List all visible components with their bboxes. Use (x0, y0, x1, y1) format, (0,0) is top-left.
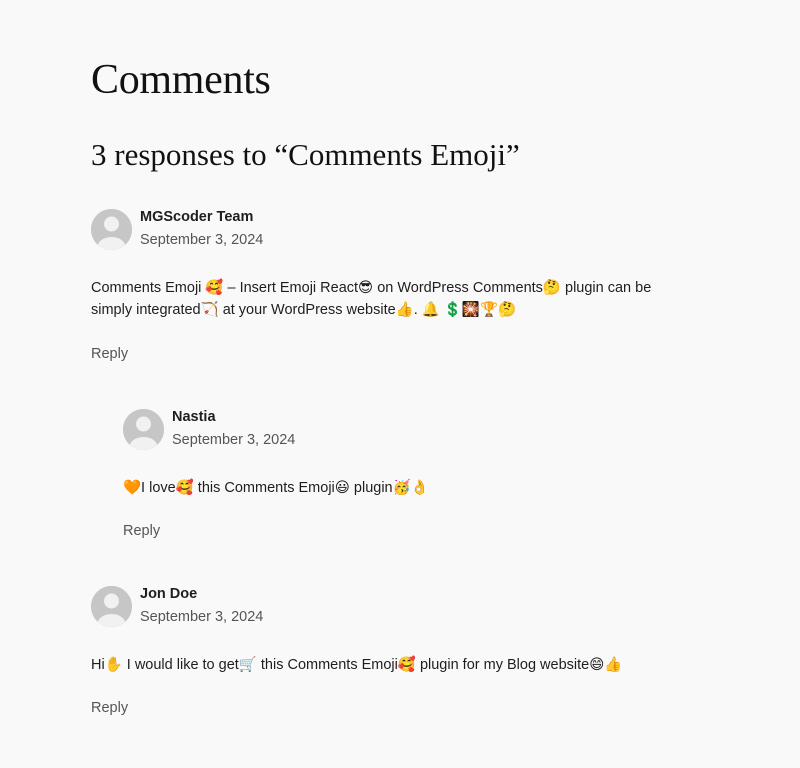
comment-author[interactable]: Nastia (172, 409, 216, 425)
comment-item: MGScoder Team September 3, 2024 Comments… (91, 209, 711, 379)
reply-link[interactable]: Reply (91, 700, 128, 716)
comment-author[interactable]: Jon Doe (140, 586, 197, 602)
comment-item: Nastia September 3, 2024 🧡I love🥰 this C… (123, 409, 743, 549)
page-title: Comments (91, 57, 271, 103)
comment-text: Hi✋ I would like to get🛒 this Comments E… (91, 657, 623, 673)
responses-title: 3 responses to “Comments Emoji” (91, 137, 520, 172)
comment-date[interactable]: September 3, 2024 (140, 232, 263, 248)
comment-text: Comments Emoji 🥰 – Insert Emoji React😎 o… (91, 280, 652, 318)
reply-link[interactable]: Reply (91, 346, 128, 362)
comment-date[interactable]: September 3, 2024 (172, 432, 295, 448)
reply-link[interactable]: Reply (123, 523, 160, 539)
comment-author[interactable]: MGScoder Team (140, 209, 253, 225)
default-avatar-icon (91, 209, 132, 250)
comment-date[interactable]: September 3, 2024 (140, 609, 263, 625)
comment-text: 🧡I love🥰 this Comments Emoji😃 plugin🥳👌 (123, 480, 429, 496)
comment-item: Jon Doe September 3, 2024 Hi✋ I would li… (91, 586, 711, 726)
default-avatar-icon (91, 586, 132, 627)
default-avatar-icon (123, 409, 164, 450)
